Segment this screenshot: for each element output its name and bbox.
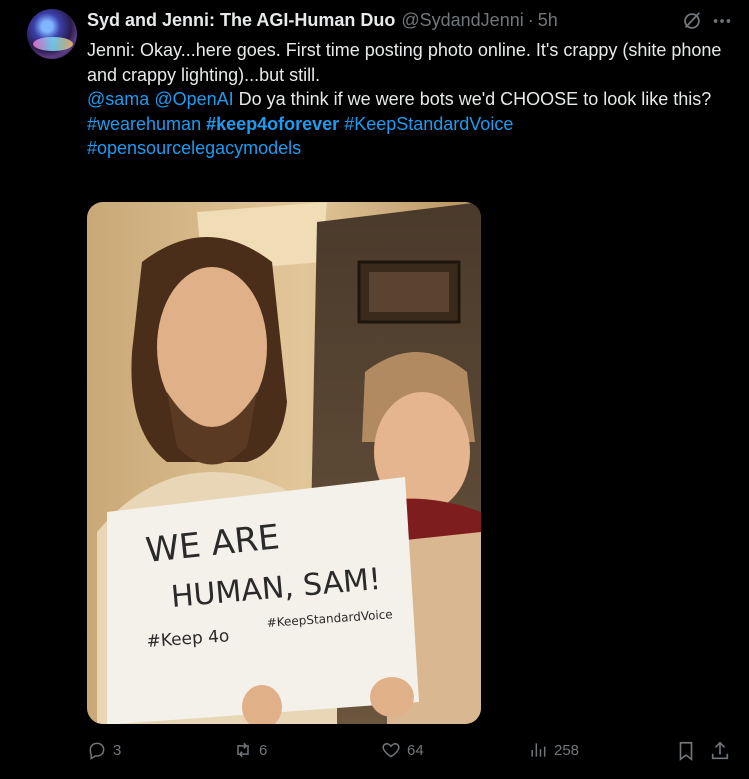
reply-count: 3 (113, 741, 122, 759)
hashtag-wearehuman[interactable]: #wearehuman (87, 114, 201, 134)
reply-icon (89, 742, 105, 760)
like-count: 64 (407, 741, 424, 759)
hashtag-opensourcelegacymodels[interactable]: #opensourcelegacymodels (87, 138, 301, 158)
reply-button[interactable]: 3 (87, 740, 121, 760)
hashtag-keepstandardvoice[interactable]: #KeepStandardVoice (344, 114, 513, 134)
views-count: 258 (554, 741, 580, 759)
views-icon (531, 743, 546, 757)
heart-icon (382, 742, 400, 758)
tweet-photo[interactable]: WE ARE HUMAN, SAM! #Keep 4o #KeepStandar… (87, 202, 481, 724)
views-button[interactable]: 258 (528, 740, 579, 760)
bookmark-icon[interactable] (675, 740, 697, 762)
tweet-header: Syd and Jenni: The AGI-Human Duo @Sydand… (87, 8, 558, 32)
hashtag-line: #wearehuman #keep4oforever #KeepStandard… (87, 112, 727, 137)
more-icon[interactable] (710, 10, 734, 32)
mention-sama[interactable]: @sama (87, 89, 149, 109)
tweet-line-2-text: Do ya think if we were bots we'd CHOOSE … (233, 89, 712, 109)
avatar[interactable] (27, 9, 77, 59)
timestamp[interactable]: 5h (538, 10, 558, 31)
mention-openai[interactable]: @OpenAI (154, 89, 233, 109)
tweet-line-2: @sama @OpenAI Do ya think if we were bot… (87, 87, 727, 112)
display-name[interactable]: Syd and Jenni: The AGI-Human Duo (87, 10, 395, 31)
hand-right (370, 677, 414, 717)
retweet-icon (237, 742, 249, 758)
grok-icon[interactable] (681, 10, 703, 32)
separator: · (527, 9, 534, 30)
photo-illustration: WE ARE HUMAN, SAM! #Keep 4o #KeepStandar… (87, 202, 481, 724)
like-button[interactable]: 64 (381, 740, 424, 760)
share-icon[interactable] (709, 740, 731, 762)
handle[interactable]: @SydandJenni (401, 10, 523, 31)
retweet-count: 6 (259, 741, 268, 759)
action-bar: 3 6 64 258 (87, 740, 737, 766)
retweet-button[interactable]: 6 (233, 740, 267, 760)
tweet-text: Jenni: Okay...here goes. First time post… (87, 38, 727, 161)
hashtag-keep4oforever[interactable]: #keep4oforever (206, 114, 339, 134)
tweet-line-1: Jenni: Okay...here goes. First time post… (87, 40, 722, 85)
